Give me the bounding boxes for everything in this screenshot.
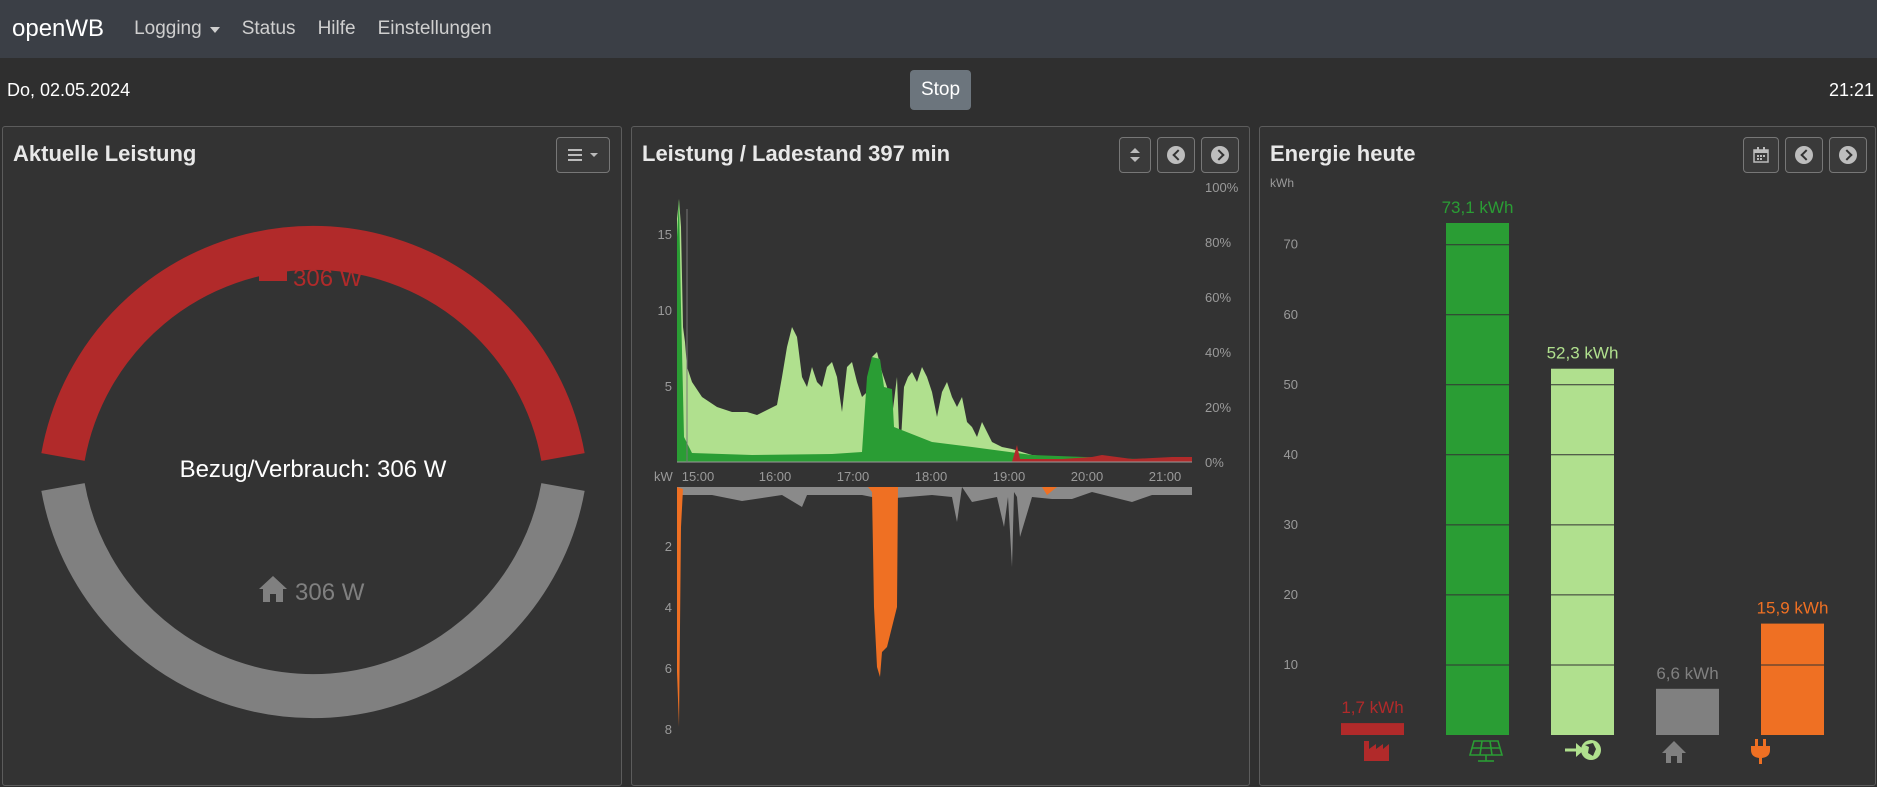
energy-bar <box>1551 368 1614 735</box>
energy-y-tick: 20 <box>1284 587 1298 602</box>
x-tick-1700: 17:00 <box>837 469 870 484</box>
soc-tick-40: 40% <box>1205 345 1231 360</box>
x-tick-2000: 20:00 <box>1071 469 1104 484</box>
soc-tick-80: 80% <box>1205 235 1231 250</box>
energy-y-ticks: 10 20 30 40 50 60 70 <box>1284 237 1298 672</box>
history-soc-ticks: 100% 80% 60% 40% 20% 0% <box>1205 180 1239 470</box>
history-x-ticks: kW 15:00 16:00 17:00 18:00 19:00 20:00 2… <box>654 469 1181 484</box>
energy-card: Energie heute kWh 10 20 30 40 50 60 70 1,7 kWh… <box>1259 126 1876 786</box>
energy-bar-label: 52,3 kWh <box>1547 344 1619 363</box>
factory-icon <box>1364 741 1389 761</box>
soc-tick-20: 20% <box>1205 400 1231 415</box>
soc-tick-100: 100% <box>1205 180 1239 195</box>
energy-bar-label: 6,6 kWh <box>1656 664 1718 683</box>
power-donut: 306 W Bezug/Verbrauch: 306 W 306 W <box>41 225 585 719</box>
nav-hilfe[interactable]: Hilfe <box>318 18 356 40</box>
energy-bar <box>1446 223 1509 735</box>
house-value: 306 W <box>295 579 365 606</box>
power-card: Aktuelle Leistung 306 W Bezug/Verbrauch:… <box>2 126 622 786</box>
energy-y-tick: 10 <box>1284 657 1298 672</box>
status-bar: Do, 02.05.2024 Stop 21:21 <box>0 58 1877 126</box>
tick-top-15: 15 <box>658 227 672 242</box>
x-tick-1800: 18:00 <box>915 469 948 484</box>
tick-bottom-8: 8 <box>665 722 672 737</box>
caret-down-icon <box>209 27 220 33</box>
x-tick-1900: 19:00 <box>993 469 1026 484</box>
energy-bar-label: 15,9 kWh <box>1757 599 1829 618</box>
energy-icons <box>1364 739 1770 764</box>
unit-kw: kW <box>654 469 674 484</box>
energy-y-tick: 50 <box>1284 377 1298 392</box>
energy-bar-label: 73,1 kWh <box>1442 198 1514 217</box>
energy-y-tick: 60 <box>1284 307 1298 322</box>
history-card: Leistung / Ladestand 397 min 15 10 5 100… <box>631 126 1250 786</box>
energy-bar <box>1656 688 1719 735</box>
plug-icon <box>1751 739 1770 764</box>
grid-value: 306 W <box>293 265 363 292</box>
energy-bar <box>1341 723 1404 735</box>
x-tick-1500: 15:00 <box>682 469 715 484</box>
soc-tick-0: 0% <box>1205 455 1224 470</box>
export-globe-icon <box>1565 740 1601 760</box>
x-tick-1600: 16:00 <box>759 469 792 484</box>
series-area-grey <box>677 487 1192 567</box>
history-top-y-ticks: 15 10 5 <box>658 227 672 394</box>
nav-status[interactable]: Status <box>242 18 296 40</box>
energy-y-unit: kWh <box>1270 176 1294 190</box>
brand-logo[interactable]: openWB <box>12 15 104 43</box>
soc-tick-60: 60% <box>1205 290 1231 305</box>
energy-y-tick: 30 <box>1284 517 1298 532</box>
stop-button[interactable]: Stop <box>910 70 971 110</box>
tick-top-5: 5 <box>665 379 672 394</box>
nav-einstellungen[interactable]: Einstellungen <box>378 18 492 40</box>
house-icon <box>259 576 287 602</box>
history-bottom-y-ticks: 2 4 6 8 <box>665 539 672 737</box>
tick-bottom-6: 6 <box>665 661 672 676</box>
navbar: openWB Logging Status Hilfe Einstellunge… <box>0 0 1877 58</box>
series-area-orange <box>677 487 1057 727</box>
house-icon <box>1662 741 1686 763</box>
energy-chart: kWh 10 20 30 40 50 60 70 1,7 kWh 73,1 kWh 52,3 k… <box>1270 176 1828 764</box>
history-chart: 15 10 5 100% 80% 60% 40% 20% 0% kW 15:00… <box>654 180 1239 737</box>
energy-bar-label: 1,7 kWh <box>1341 698 1403 717</box>
energy-y-tick: 70 <box>1284 237 1298 252</box>
x-tick-2100: 21:00 <box>1149 469 1182 484</box>
tick-bottom-4: 4 <box>665 600 672 615</box>
energy-bar <box>1761 623 1824 735</box>
energy-bars: 1,7 kWh 73,1 kWh 52,3 kWh 6,6 kWh 15,9 kWh <box>1341 198 1828 735</box>
center-label: Bezug/Verbrauch: 306 W <box>180 456 447 483</box>
nav-logging[interactable]: Logging <box>134 18 220 40</box>
time-display: 21:21 <box>1828 80 1874 100</box>
solar-panel-icon <box>1468 740 1504 762</box>
series-area-red <box>1012 445 1192 462</box>
tick-top-10: 10 <box>658 303 672 318</box>
tick-bottom-2: 2 <box>665 539 672 554</box>
energy-y-tick: 40 <box>1284 447 1298 462</box>
date-display: Do, 02.05.2024 <box>7 80 131 100</box>
series-area-light-green <box>677 199 1192 462</box>
